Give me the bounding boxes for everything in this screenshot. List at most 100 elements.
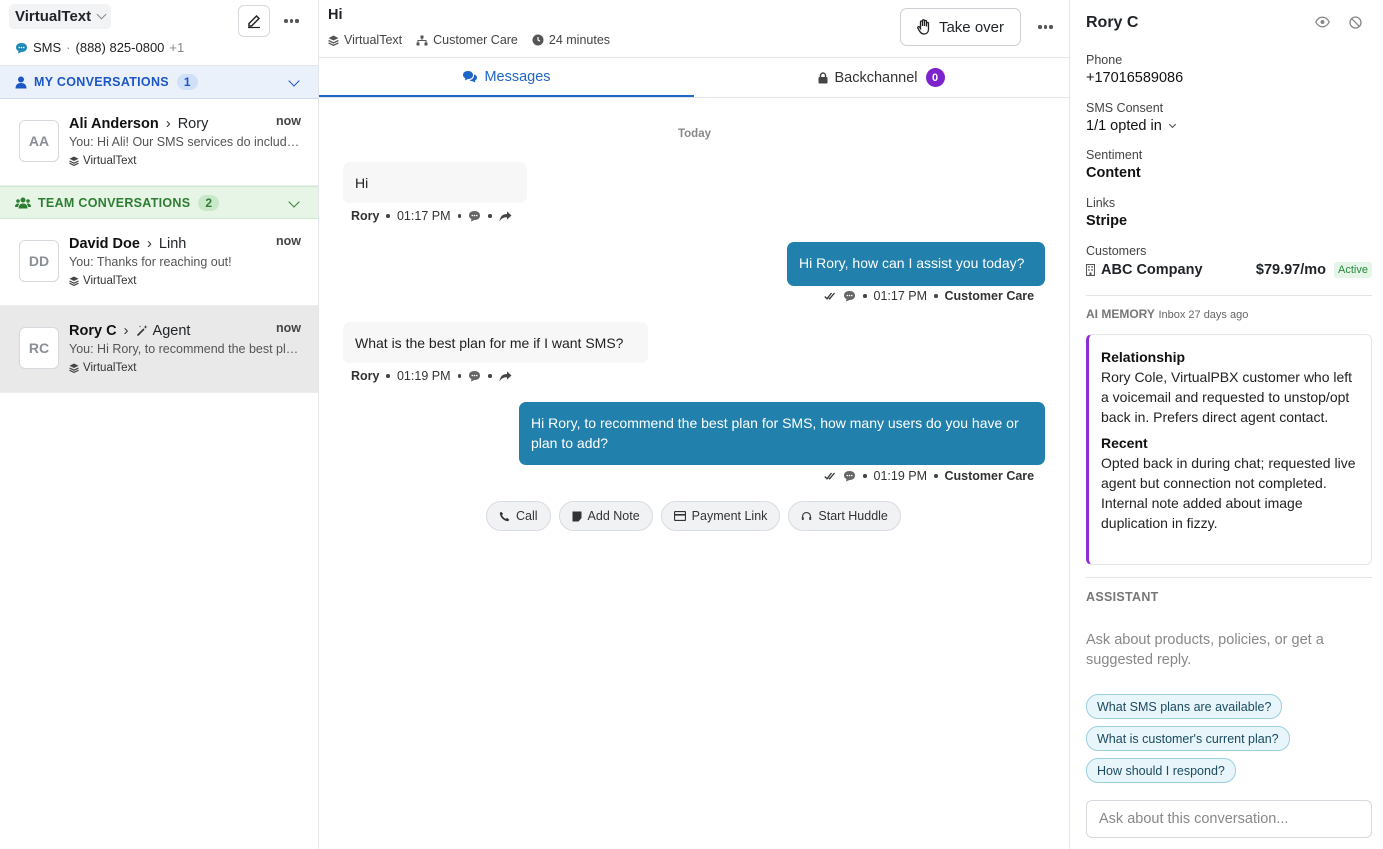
conversation-more-button[interactable] <box>1038 25 1053 29</box>
customer-row[interactable]: ABC Company $79.97/mo Active <box>1086 262 1372 278</box>
workspace-selector[interactable]: VirtualText <box>9 4 112 29</box>
recent-title: Recent <box>1101 435 1148 451</box>
chat-bubbles-icon <box>463 71 478 83</box>
lock-icon <box>818 71 828 83</box>
section-count: 1 <box>176 74 198 90</box>
assistant-hint: Ask about products, policies, or get a s… <box>1086 632 1324 668</box>
chevron-down-icon <box>1168 120 1176 129</box>
sidebar-more-button[interactable] <box>284 19 299 23</box>
message-text: Hi Rory, to recommend the best plan for … <box>531 415 1019 451</box>
assistant-heading: ASSISTANT <box>1086 590 1159 604</box>
contact-panel: Rory C Phone +17016589086 SMS Consent 1/… <box>1070 0 1383 849</box>
message-meta: Rory 01:17 PM <box>351 209 512 223</box>
conversation-inbox: VirtualText <box>69 155 136 167</box>
conversation-title: Rory C › Agent <box>69 322 190 339</box>
tab-messages[interactable]: Messages <box>319 58 694 97</box>
customer-price: $79.97/mo <box>1255 262 1327 278</box>
contact-name: Rory C <box>1086 14 1139 31</box>
layers-icon <box>328 35 339 46</box>
channel-phone: (888) 825-0800 <box>75 40 165 55</box>
message-meta: 01:19 PM Customer Care <box>824 469 1034 483</box>
recent-text: Opted back in during chat; requested liv… <box>1101 455 1356 531</box>
conversation-time: now <box>276 321 301 335</box>
channel-line: SMS · (888) 825-0800 +1 <box>15 40 184 55</box>
conversation-title: Ali Anderson › Rory <box>69 115 208 132</box>
message-sender: Rory <box>351 209 380 223</box>
hand-icon <box>917 19 930 35</box>
section-my-conversations[interactable]: MY CONVERSATIONS 1 <box>0 66 318 99</box>
section-label: TEAM CONVERSATIONS <box>38 195 191 210</box>
assistant-input[interactable]: Ask about this conversation... <box>1086 800 1372 838</box>
tab-backchannel[interactable]: Backchannel 0 <box>694 58 1069 97</box>
comment-icon[interactable] <box>843 470 856 482</box>
conversation-inbox: VirtualText <box>69 275 136 287</box>
assignee-name: Linh <box>158 235 187 252</box>
sms-consent-label: SMS Consent <box>1086 101 1164 115</box>
forward-icon[interactable] <box>499 211 512 222</box>
meta-inbox: VirtualText <box>328 33 402 47</box>
divider <box>1086 577 1372 578</box>
conversation-item-ali[interactable]: AA Ali Anderson › Rory now You: Hi Ali! … <box>0 99 318 186</box>
contact-name: David Doe <box>69 235 140 252</box>
conversation-sidebar: VirtualText SMS · (888) 825-0800 +1 MY C… <box>0 0 319 849</box>
building-icon <box>1086 264 1095 276</box>
phone-field: Phone +17016589086 <box>1086 53 1183 86</box>
conversation-title: Hi <box>328 7 343 23</box>
message-text: Hi <box>355 175 369 191</box>
layers-icon <box>69 276 79 286</box>
comment-icon[interactable] <box>843 290 856 302</box>
compose-button[interactable] <box>238 5 270 37</box>
call-button[interactable]: Call <box>486 501 551 531</box>
phone-icon <box>499 511 510 521</box>
payment-link-button[interactable]: Payment Link <box>660 501 781 531</box>
message-outbound: Hi Rory, how can I assist you today? <box>787 242 1045 286</box>
message-text: What is the best plan for me if I want S… <box>355 335 624 351</box>
phone-value[interactable]: +17016589086 <box>1086 70 1183 86</box>
org-chart-icon <box>416 35 428 45</box>
sms-consent-dropdown[interactable]: 1/1 opted in <box>1086 118 1176 134</box>
separator-dot <box>386 374 390 378</box>
assignee-name: Rory <box>177 115 209 132</box>
comment-icon[interactable] <box>468 370 481 382</box>
message-time: 01:19 PM <box>873 469 928 483</box>
customers-label: Customers <box>1086 244 1147 258</box>
meta-team: Customer Care <box>416 33 518 47</box>
inbox-name: VirtualText <box>83 275 137 287</box>
start-huddle-button[interactable]: Start Huddle <box>788 501 901 531</box>
conversation-item-david[interactable]: DD David Doe › Linh now You: Thanks for … <box>0 219 318 306</box>
layers-icon <box>69 156 79 166</box>
conversation-panel: Hi VirtualText Customer Care 24 minutes … <box>319 0 1070 849</box>
add-note-button[interactable]: Add Note <box>558 501 653 531</box>
comment-icon[interactable] <box>468 210 481 222</box>
message-meta: Rory 01:19 PM <box>351 369 512 383</box>
message-sender: Customer Care <box>944 469 1035 483</box>
message-outbound: Hi Rory, to recommend the best plan for … <box>519 402 1045 465</box>
eye-icon[interactable] <box>1315 16 1330 28</box>
message-time: 01:17 PM <box>396 209 451 223</box>
conversation-time: now <box>276 234 301 248</box>
chevron-down-icon[interactable] <box>288 75 300 87</box>
message-time: 01:19 PM <box>396 369 451 383</box>
sentiment-value: Content <box>1086 165 1141 181</box>
suggestion-chip[interactable]: How should I respond? <box>1086 758 1236 783</box>
chevron-down-icon[interactable] <box>288 196 300 208</box>
ai-memory-meta: Inbox 27 days ago <box>1158 309 1249 321</box>
forward-icon[interactable] <box>499 371 512 382</box>
conversation-preview: You: Hi Ali! Our SMS services do include… <box>69 135 301 149</box>
phone-label: Phone <box>1086 53 1123 67</box>
conversation-item-rory[interactable]: RC Rory C › Agent now You: Hi Rory, to r… <box>0 306 318 393</box>
links-value[interactable]: Stripe <box>1086 213 1127 229</box>
contact-name: Ali Anderson <box>69 115 159 132</box>
links-label: Links <box>1086 196 1116 210</box>
assignee-name: Agent <box>152 322 191 339</box>
ai-memory-card: Relationship Rory Cole, VirtualPBX custo… <box>1086 334 1372 565</box>
block-icon[interactable] <box>1349 16 1362 29</box>
conversation-title: David Doe › Linh <box>69 235 186 252</box>
suggestion-chip[interactable]: What SMS plans are available? <box>1086 694 1283 719</box>
take-over-button[interactable]: Take over <box>900 8 1021 46</box>
section-team-conversations[interactable]: TEAM CONVERSATIONS 2 <box>0 186 318 219</box>
compose-icon <box>248 14 261 29</box>
message-time: 01:17 PM <box>873 289 928 303</box>
double-check-icon <box>824 292 835 300</box>
suggestion-chip[interactable]: What is customer's current plan? <box>1086 726 1290 751</box>
